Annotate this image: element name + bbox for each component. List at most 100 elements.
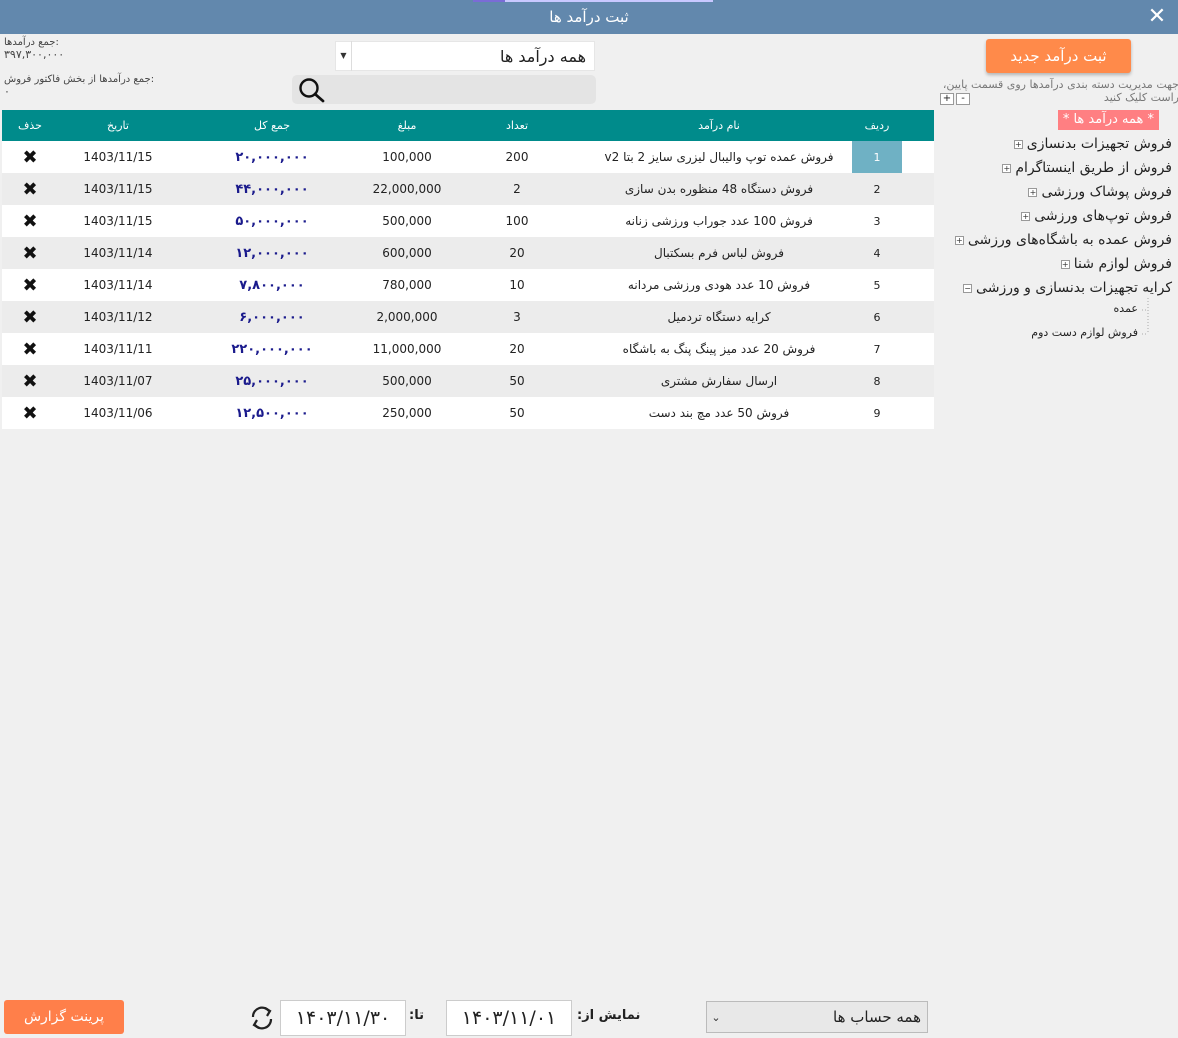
col-header-quantity[interactable]: تعداد (448, 110, 586, 141)
from-date-field[interactable]: ۱۴۰۳/۱۱/۰۱ (446, 1000, 572, 1036)
invoice-income-summary: جمع درآمدها از بخش فاکتور فروش: ۰ (4, 74, 154, 98)
tree-item-category[interactable]: فروش عمده به باشگاه‌های ورزشی + (954, 228, 1172, 252)
expand-icon[interactable]: + (954, 235, 964, 245)
cell-date: 1403/11/06 (83, 406, 153, 420)
cell-amount: 11,000,000 (372, 342, 442, 356)
title-accent-bar (473, 0, 713, 2)
tree-item-category[interactable]: فروش از طریق اینستاگرام + (1002, 156, 1172, 180)
delete-icon[interactable]: ✖ (22, 179, 37, 200)
expand-icon[interactable]: + (1028, 187, 1038, 197)
account-select-value: همه حساب ها (833, 1008, 921, 1026)
cell-row-index: 7 (873, 342, 881, 356)
collapse-icon[interactable]: − (963, 283, 973, 293)
cell-amount: 780,000 (382, 278, 432, 292)
to-date-label: تا: (409, 1008, 424, 1023)
col-header-row[interactable]: ردیف (852, 110, 902, 141)
to-date-field[interactable]: ۱۴۰۳/۱۱/۳۰ (280, 1000, 406, 1036)
cell-row-index: 1 (852, 141, 902, 173)
cell-name: فروش 20 عدد میز پینگ پنگ به باشگاه (622, 342, 816, 356)
table-row[interactable]: ✖ 1403/11/12 ۶,۰۰۰,۰۰۰ 2,000,000 3 کرایه… (2, 301, 934, 333)
table-row[interactable]: ✖ 1403/11/14 ۷,۸۰۰,۰۰۰ 780,000 10 فروش 1… (2, 269, 934, 301)
tree-item-label: فروش توپ‌های ورزشی (1034, 208, 1172, 224)
search-icon[interactable] (298, 77, 326, 103)
col-header-total[interactable]: جمع کل (178, 110, 366, 141)
col-header-delete[interactable]: حذف (2, 110, 58, 141)
refresh-icon[interactable] (248, 1004, 276, 1032)
cell-row-index: 9 (873, 406, 881, 420)
cell-name: فروش 100 عدد جوراب ورزشی زنانه (625, 214, 813, 228)
table-row[interactable]: ✖ 1403/11/11 ۲۲۰,۰۰۰,۰۰۰ 11,000,000 20 ف… (2, 333, 934, 365)
table-row[interactable]: ✖ 1403/11/15 ۵۰,۰۰۰,۰۰۰ 500,000 100 فروش… (2, 205, 934, 237)
expand-icon[interactable]: + (1002, 163, 1012, 173)
cell-quantity: 50 (509, 406, 525, 420)
tree-item-category[interactable]: کرایه تجهیزات بدنسازی و ورزشی − (963, 276, 1172, 300)
cell-date: 1403/11/15 (83, 150, 153, 164)
col-header-date[interactable]: تاریخ (58, 110, 178, 141)
table-row[interactable]: ✖ 1403/11/06 ۱۲,۵۰۰,۰۰۰ 250,000 50 فروش … (2, 397, 934, 429)
cell-total: ۵۰,۰۰۰,۰۰۰ (235, 213, 309, 229)
cell-amount: 100,000 (382, 150, 432, 164)
chevron-down-icon[interactable]: ⌄ (707, 1011, 725, 1024)
cell-date: 1403/11/12 (83, 310, 153, 324)
cell-quantity: 50 (509, 374, 525, 388)
delete-icon[interactable]: ✖ (22, 339, 37, 360)
footer-bar: پرینت گزارش ۱۴۰۳/۱۱/۳۰ تا: ۱۴۰۳/۱۱/۰۱ نم… (0, 996, 934, 1038)
tree-connector-lines (1142, 298, 1149, 335)
print-report-button[interactable]: پرینت گزارش (4, 1000, 124, 1034)
dropdown-arrow-icon[interactable]: ▼ (336, 41, 352, 71)
expand-icon[interactable]: + (1013, 139, 1023, 149)
cell-date: 1403/11/15 (83, 214, 153, 228)
total-income-value: ۳۹۷,۳۰۰,۰۰۰ (4, 48, 65, 61)
table-row[interactable]: ✖ 1403/11/15 ۲۰,۰۰۰,۰۰۰ 100,000 200 فروش… (2, 141, 934, 173)
table-row[interactable]: ✖ 1403/11/14 ۱۲,۰۰۰,۰۰۰ 600,000 20 فروش … (2, 237, 934, 269)
expand-all-button[interactable]: + (940, 93, 954, 105)
new-income-button[interactable]: ثبت درآمد جدید (986, 39, 1131, 73)
table-row[interactable]: ✖ 1403/11/15 ۴۴,۰۰۰,۰۰۰ 22,000,000 2 فرو… (2, 173, 934, 205)
delete-icon[interactable]: ✖ (22, 371, 37, 392)
delete-icon[interactable]: ✖ (22, 211, 37, 232)
tree-item-category[interactable]: فروش لوازم شنا + (1060, 252, 1172, 276)
tree-item-category[interactable]: فروش پوشاک ورزشی + (1028, 180, 1172, 204)
cell-name: فروش 50 عدد مچ بند دست (648, 406, 790, 420)
cell-date: 1403/11/07 (83, 374, 153, 388)
tree-item-label: کرایه تجهیزات بدنسازی و ورزشی (976, 280, 1172, 296)
cell-row-index: 4 (873, 246, 881, 260)
col-header-name[interactable]: نام درآمد (586, 110, 852, 141)
cell-total: ۶,۰۰۰,۰۰۰ (239, 309, 305, 325)
search-input[interactable] (332, 78, 588, 101)
cell-quantity: 20 (509, 246, 525, 260)
close-icon[interactable]: ✕ (1144, 4, 1170, 30)
delete-icon[interactable]: ✖ (22, 275, 37, 296)
delete-icon[interactable]: ✖ (22, 403, 37, 424)
expand-icon[interactable]: + (1060, 259, 1070, 269)
total-income-summary: جمع درآمدها: ۳۹۷,۳۰۰,۰۰۰ (4, 37, 64, 61)
tree-subitem[interactable]: فروش لوازم دست دوم (1031, 326, 1138, 339)
table-row[interactable]: ✖ 1403/11/07 ۲۵,۰۰۰,۰۰۰ 500,000 50 ارسال… (2, 365, 934, 397)
cell-amount: 500,000 (382, 214, 432, 228)
tree-subitem[interactable]: عمده (1114, 302, 1138, 315)
expand-icon[interactable]: + (1021, 211, 1031, 221)
col-header-amount[interactable]: مبلغ (366, 110, 448, 141)
cell-date: 1403/11/14 (83, 278, 153, 292)
tree-item-label: فروش لوازم شنا (1073, 256, 1172, 272)
cell-amount: 600,000 (382, 246, 432, 260)
tree-item-label: فروش تجهیزات بدنسازی (1026, 136, 1172, 152)
tree-item-category[interactable]: فروش توپ‌های ورزشی + (1021, 204, 1172, 228)
income-filter-select[interactable]: ▼ همه درآمد ها (335, 41, 595, 71)
cell-date: 1403/11/11 (83, 342, 153, 356)
tree-item-all-income[interactable]: * همه درآمد ها * (1057, 110, 1159, 130)
table-header: حذف تاریخ جمع کل مبلغ تعداد نام درآمد رد… (2, 110, 934, 141)
account-select[interactable]: ⌄ همه حساب ها (706, 1001, 928, 1033)
delete-icon[interactable]: ✖ (22, 147, 37, 168)
cell-quantity: 10 (509, 278, 525, 292)
delete-icon[interactable]: ✖ (22, 243, 37, 264)
cell-row-index: 8 (873, 374, 881, 388)
cell-name: فروش لباس فرم بسکتبال (654, 246, 784, 260)
cell-name: فروش عمده توپ والیبال لیزری سایز 2 بتا v… (604, 150, 834, 164)
delete-icon[interactable]: ✖ (22, 307, 37, 328)
cell-amount: 2,000,000 (376, 310, 438, 324)
cell-row-index: 2 (873, 182, 881, 196)
search-box (292, 75, 596, 104)
collapse-all-button[interactable]: - (956, 93, 970, 105)
tree-item-category[interactable]: فروش تجهیزات بدنسازی + (1013, 132, 1172, 156)
